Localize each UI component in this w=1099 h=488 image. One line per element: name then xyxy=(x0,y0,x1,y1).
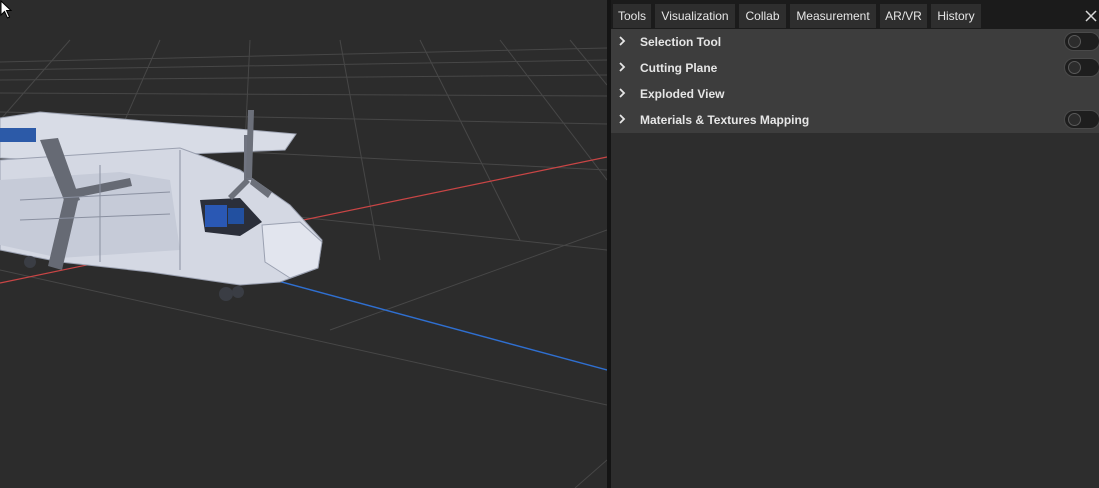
helicopter-model[interactable] xyxy=(0,110,323,301)
tool-label: Cutting Plane xyxy=(640,61,718,75)
tab-label: AR/VR xyxy=(885,9,922,23)
tab-ar-vr[interactable]: AR/VR xyxy=(880,4,927,28)
tool-label: Selection Tool xyxy=(640,35,722,49)
tool-row-materials-textures-mapping[interactable]: Materials & Textures Mapping xyxy=(611,107,1099,133)
toggle-knob xyxy=(1068,35,1081,48)
tool-row-cutting-plane[interactable]: Cutting Plane xyxy=(611,55,1099,81)
materials-textures-toggle[interactable] xyxy=(1064,110,1099,129)
tab-label: Visualization xyxy=(661,9,729,23)
scene-canvas[interactable] xyxy=(0,0,607,488)
cutting-plane-toggle[interactable] xyxy=(1064,58,1099,77)
tab-collab[interactable]: Collab xyxy=(739,4,786,28)
tool-row-selection-tool[interactable]: Selection Tool xyxy=(611,29,1099,55)
tab-label: Measurement xyxy=(796,9,870,23)
tab-tools[interactable]: Tools xyxy=(613,4,651,28)
toggle-knob xyxy=(1068,113,1081,126)
close-icon[interactable] xyxy=(1083,6,1099,24)
tool-panel: Tools Visualization Collab Measurement A… xyxy=(611,0,1099,488)
tab-bar: Tools Visualization Collab Measurement A… xyxy=(611,0,1099,29)
tab-measurement[interactable]: Measurement xyxy=(790,4,876,28)
tab-label: History xyxy=(937,9,975,23)
tab-label: Collab xyxy=(745,9,780,23)
tab-history[interactable]: History xyxy=(931,4,981,28)
chevron-right-icon[interactable] xyxy=(617,61,627,73)
tool-row-exploded-view[interactable]: Exploded View xyxy=(611,81,1099,107)
toggle-knob xyxy=(1068,61,1081,74)
z-axis-line xyxy=(229,267,607,371)
selection-tool-toggle[interactable] xyxy=(1064,32,1099,51)
chevron-right-icon[interactable] xyxy=(617,35,627,47)
3d-viewport[interactable] xyxy=(0,0,607,488)
mouse-cursor-icon xyxy=(0,0,13,19)
chevron-right-icon[interactable] xyxy=(617,113,627,125)
tool-label: Materials & Textures Mapping xyxy=(640,113,810,127)
chevron-right-icon[interactable] xyxy=(617,87,627,99)
tab-label: Tools xyxy=(617,9,646,23)
tab-visualization[interactable]: Visualization xyxy=(655,4,735,28)
tool-label: Exploded View xyxy=(640,87,725,101)
